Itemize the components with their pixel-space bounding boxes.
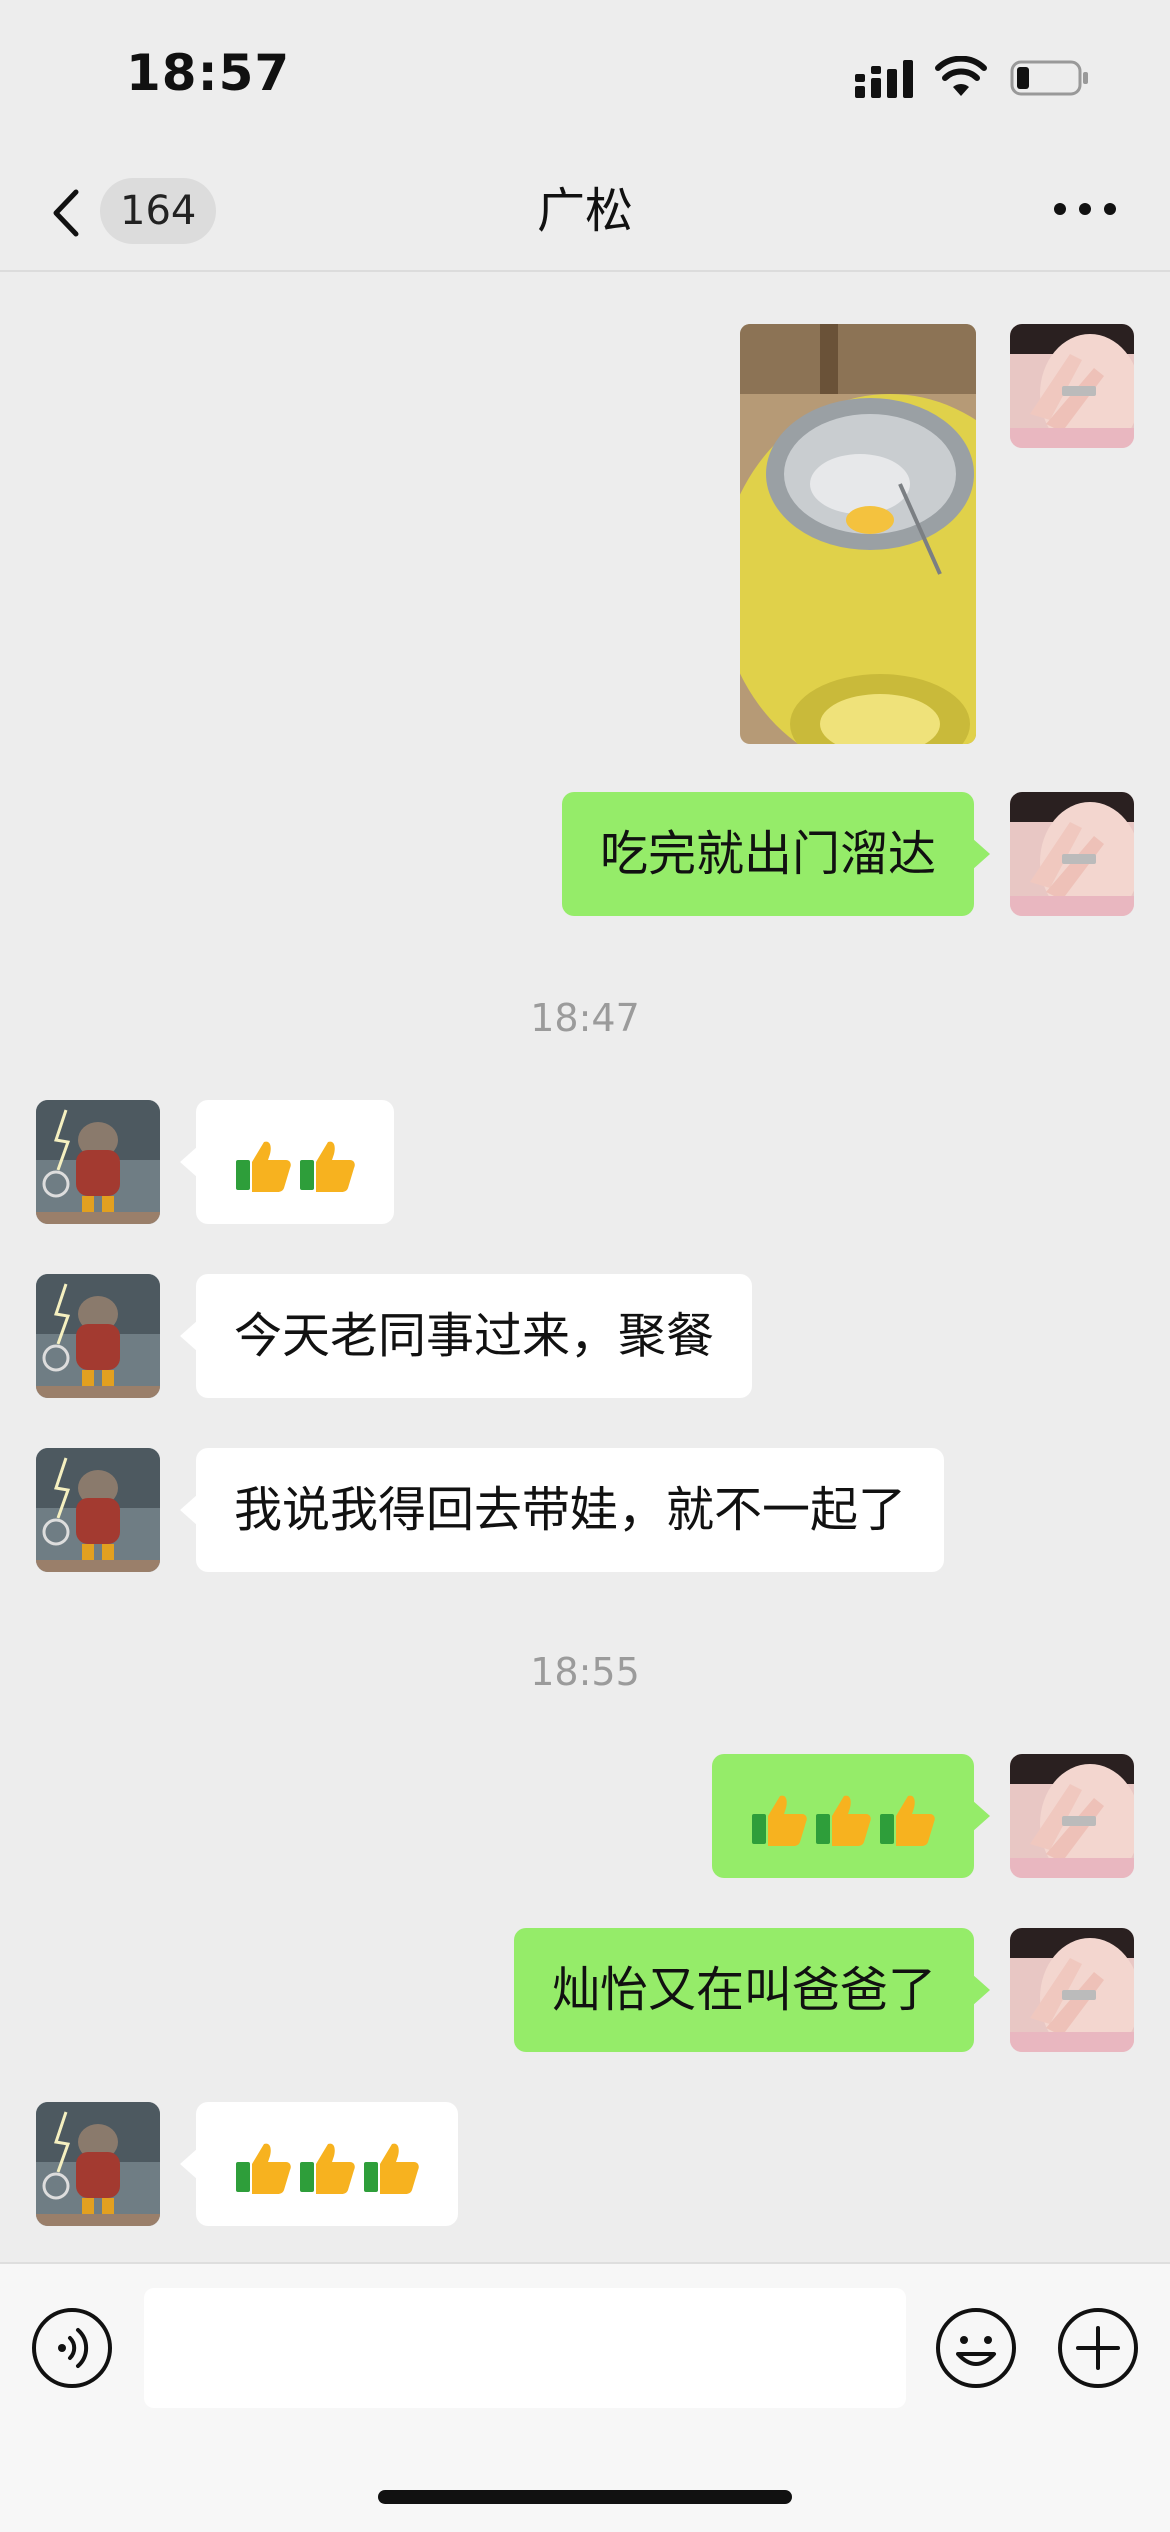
photo-bowl-icon — [740, 324, 976, 744]
voice-icon[interactable] — [30, 2306, 114, 2390]
status-time: 18:57 — [126, 44, 291, 102]
thumbs-up-icon — [816, 1795, 871, 1846]
home-indicator — [378, 2490, 792, 2504]
timestamp: 18:55 — [530, 1650, 640, 1694]
input-bar — [0, 2262, 1170, 2532]
thumbs-up-icon — [880, 1795, 935, 1846]
my-avatar[interactable] — [1010, 1928, 1134, 2052]
thumbs-up-icon — [752, 1795, 807, 1846]
message-bubble-incoming[interactable] — [180, 1100, 394, 1227]
chat-title: 广松 — [536, 183, 633, 239]
contact-avatar[interactable] — [36, 2102, 160, 2226]
message-image[interactable] — [740, 324, 976, 744]
message-bubble-outgoing[interactable]: 吃完就出门溜达 — [561, 792, 991, 916]
timestamp: 18:47 — [530, 996, 640, 1040]
thumbs-up-icon — [236, 2143, 291, 2194]
message-input[interactable] — [144, 2288, 906, 2408]
battery-icon — [1010, 60, 1088, 96]
thumbs-up-icon — [300, 1141, 355, 1192]
message-list: 吃完就出门溜达 18:47 今天老同事过来，聚餐 我说我得回去带娃，就不一起了 … — [0, 272, 1170, 2262]
thumbs-up-group — [234, 1103, 356, 1227]
thumbs-up-icon — [300, 2143, 355, 2194]
signal-icon — [855, 60, 913, 98]
contact-avatar[interactable] — [36, 1274, 160, 1398]
message-bubble-outgoing[interactable] — [712, 1754, 990, 1881]
my-avatar[interactable] — [1010, 1754, 1134, 1878]
thumbs-up-icon — [236, 1141, 291, 1192]
contact-avatar[interactable] — [36, 1448, 160, 1572]
wifi-icon — [935, 56, 987, 96]
more-icon[interactable] — [1052, 194, 1118, 224]
message-bubble-outgoing[interactable]: 灿怡又在叫爸爸了 — [513, 1928, 991, 2052]
emoji-icon[interactable] — [934, 2306, 1018, 2390]
status-bar: 18:57 — [0, 0, 1170, 150]
message-bubble-incoming[interactable]: 今天老同事过来，聚餐 — [179, 1274, 753, 1398]
thumbs-up-group — [750, 1757, 936, 1881]
plus-icon[interactable] — [1056, 2306, 1140, 2390]
chat-header: 164 广松 — [0, 150, 1170, 272]
my-avatar[interactable] — [1010, 792, 1134, 916]
my-avatar[interactable] — [1010, 324, 1134, 448]
thumbs-up-icon — [364, 2143, 419, 2194]
message-bubble-incoming[interactable]: 我说我得回去带娃，就不一起了 — [179, 1448, 945, 1572]
message-bubble-incoming[interactable] — [180, 2102, 458, 2229]
thumbs-up-group — [234, 2105, 420, 2229]
contact-avatar[interactable] — [36, 1100, 160, 1224]
